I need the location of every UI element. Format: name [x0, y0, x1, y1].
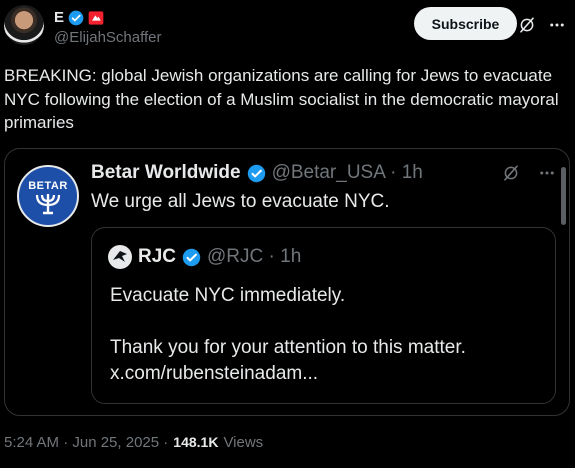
- affiliate-badge-icon[interactable]: [88, 10, 104, 26]
- tweet-footer: 5:24 AM · Jun 25, 2025 · 148.1K Views: [4, 434, 263, 451]
- quoted-tweet[interactable]: BETAR Betar Worldwide @Betar_USA · 1h We…: [4, 148, 570, 416]
- views-count: 148.1K: [173, 434, 219, 450]
- rjc-name[interactable]: RJC: [138, 246, 176, 268]
- betar-avatar[interactable]: BETAR: [17, 165, 79, 227]
- eagle-icon: [113, 251, 127, 262]
- timestamp[interactable]: 5:24 AM · Jun 25, 2025 ·: [4, 434, 168, 451]
- verified-badge-icon: [247, 164, 265, 182]
- verified-badge-icon: [68, 10, 84, 25]
- author-handle[interactable]: @ElijahSchaffer: [54, 29, 162, 46]
- author-avatar[interactable]: [4, 5, 44, 45]
- betar-handle[interactable]: @Betar_USA · 1h: [272, 162, 423, 184]
- menorah-icon: [35, 194, 61, 215]
- nested-quoted-tweet[interactable]: RJC @RJC · 1h Evacuate NYC immediately. …: [91, 227, 556, 404]
- author-name[interactable]: E: [54, 9, 64, 26]
- views-label: Views: [223, 434, 264, 451]
- subscribe-button[interactable]: Subscribe: [414, 7, 517, 40]
- tweet-header: E @ElijahSchaffer Subscribe: [4, 5, 571, 49]
- grok-icon[interactable]: [501, 163, 521, 183]
- author-name-row: E: [54, 9, 104, 26]
- verified-badge-icon: [182, 248, 201, 266]
- nested-text-line-1: Evacuate NYC immediately.: [110, 285, 346, 306]
- scrollbar[interactable]: [561, 167, 566, 225]
- more-icon[interactable]: [547, 15, 567, 35]
- quoted-tweet-text: We urge all Jews to evacuate NYC.: [91, 191, 390, 212]
- nested-link[interactable]: x.com/rubensteinadam...: [110, 363, 318, 385]
- nested-text-line-2: Thank you for your attention to this mat…: [110, 337, 466, 358]
- tweet-body: BREAKING: global Jewish organizations ar…: [4, 66, 559, 132]
- betar-name[interactable]: Betar Worldwide: [91, 162, 241, 184]
- rjc-name-row: RJC @RJC · 1h: [108, 245, 301, 269]
- grok-icon[interactable]: [517, 15, 537, 35]
- quoted-actions: [501, 163, 557, 183]
- header-actions: [517, 15, 567, 35]
- betar-name-row: Betar Worldwide @Betar_USA · 1h: [91, 162, 423, 184]
- rjc-handle[interactable]: @RJC · 1h: [207, 246, 301, 268]
- more-icon[interactable]: [537, 163, 557, 183]
- rjc-avatar[interactable]: [108, 245, 132, 269]
